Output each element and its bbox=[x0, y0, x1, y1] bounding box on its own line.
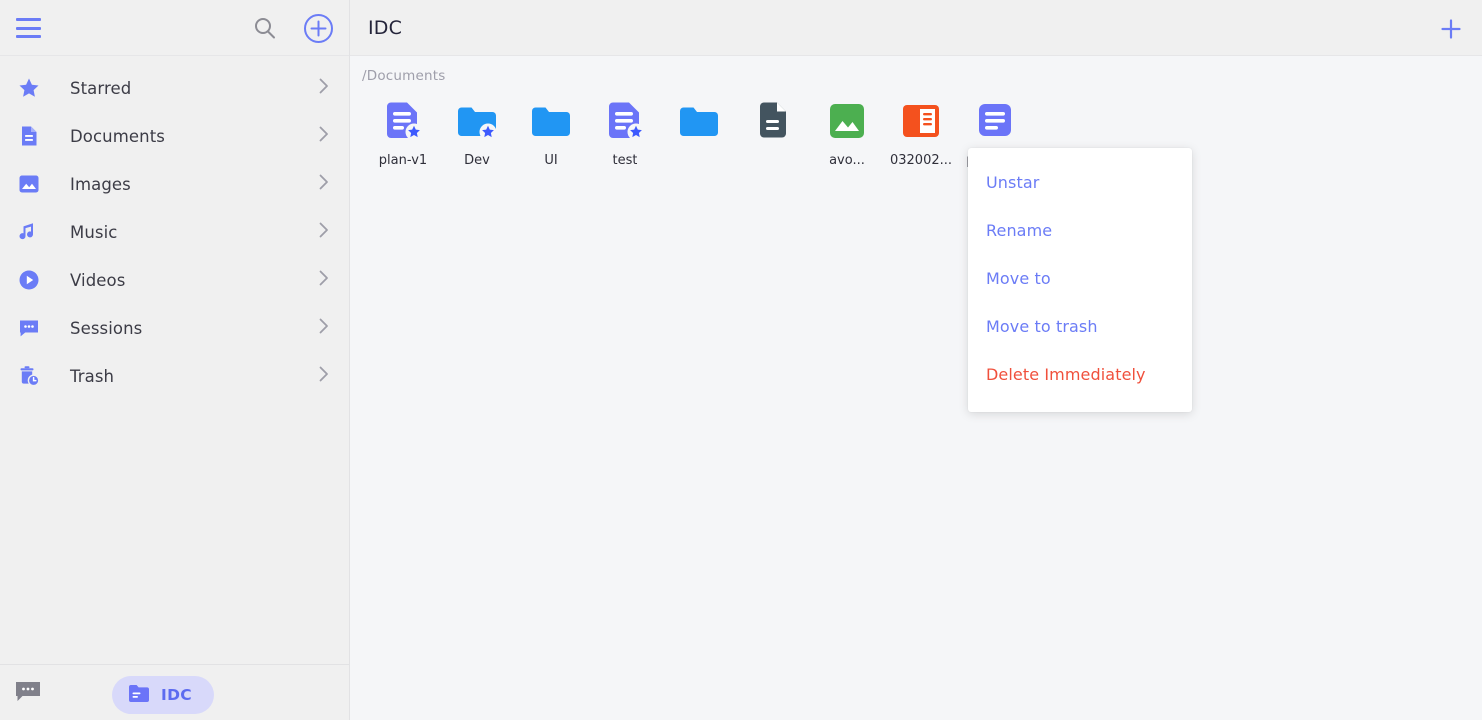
chat-bubble-icon bbox=[16, 315, 42, 341]
chat-bubble-icon[interactable] bbox=[15, 681, 41, 705]
doc-starred-icon bbox=[601, 100, 649, 144]
chevron-right-icon bbox=[319, 174, 329, 194]
sidebar-footer: IDC bbox=[0, 664, 349, 720]
sidebar-item-label: Trash bbox=[70, 366, 115, 386]
chevron-right-icon bbox=[319, 222, 329, 242]
file-item[interactable] bbox=[662, 100, 736, 168]
file-manager-window: Starred Documents Images Music Videos Se… bbox=[0, 0, 1482, 720]
file-item[interactable]: avo... bbox=[810, 100, 884, 168]
doc-plain-icon bbox=[971, 100, 1019, 144]
workspace-label: IDC bbox=[161, 686, 192, 704]
sidebar-item-music[interactable]: Music bbox=[0, 208, 349, 256]
folder-icon bbox=[128, 684, 150, 707]
sidebar-item-images[interactable]: Images bbox=[0, 160, 349, 208]
chevron-right-icon bbox=[319, 366, 329, 386]
main-panel: IDC /Documents plan-v1 Dev UI test avo..… bbox=[350, 0, 1482, 720]
page-title: IDC bbox=[368, 16, 403, 39]
doc-starred-icon bbox=[379, 100, 427, 144]
main-header: IDC bbox=[350, 0, 1482, 56]
circle-plus-icon[interactable] bbox=[303, 13, 334, 44]
folder-starred-icon bbox=[453, 100, 501, 144]
workspace-selector[interactable]: IDC bbox=[112, 676, 214, 714]
document-icon bbox=[16, 123, 42, 149]
chevron-right-icon bbox=[319, 78, 329, 98]
context-menu-item-move-to[interactable]: Move to bbox=[968, 254, 1192, 302]
folder-icon bbox=[527, 100, 575, 144]
file-item[interactable]: plan-v1 bbox=[366, 100, 440, 168]
context-menu-item-delete-immediately[interactable]: Delete Immediately bbox=[968, 350, 1192, 398]
file-item[interactable]: UI bbox=[514, 100, 588, 168]
sidebar-item-sessions[interactable]: Sessions bbox=[0, 304, 349, 352]
folder-icon bbox=[675, 100, 723, 144]
file-label: 032002... bbox=[889, 153, 953, 168]
file-label: UI bbox=[544, 153, 558, 168]
sidebar: Starred Documents Images Music Videos Se… bbox=[0, 0, 350, 720]
context-menu-item-move-to-trash[interactable]: Move to trash bbox=[968, 302, 1192, 350]
file-label: plan-v1 bbox=[378, 153, 428, 168]
sidebar-item-label: Sessions bbox=[70, 318, 143, 338]
sidebar-item-videos[interactable]: Videos bbox=[0, 256, 349, 304]
image-icon bbox=[16, 171, 42, 197]
sidebar-nav: Starred Documents Images Music Videos Se… bbox=[0, 56, 349, 400]
sidebar-header bbox=[0, 0, 349, 56]
context-menu-item-unstar[interactable]: Unstar bbox=[968, 158, 1192, 206]
plus-icon[interactable] bbox=[1440, 18, 1462, 40]
pdf-file-icon bbox=[897, 100, 945, 144]
sidebar-item-starred[interactable]: Starred bbox=[0, 64, 349, 112]
sidebar-item-trash[interactable]: Trash bbox=[0, 352, 349, 400]
search-icon[interactable] bbox=[250, 14, 280, 44]
star-icon bbox=[16, 75, 42, 101]
play-circle-icon bbox=[16, 267, 42, 293]
file-item[interactable]: test bbox=[588, 100, 662, 168]
sidebar-item-label: Images bbox=[70, 174, 131, 194]
file-item[interactable]: 032002... bbox=[884, 100, 958, 168]
trash-clock-icon bbox=[16, 363, 42, 389]
chevron-right-icon bbox=[319, 126, 329, 146]
context-menu: Unstar Rename Move to Move to trash Dele… bbox=[968, 148, 1192, 412]
file-label: avo... bbox=[829, 153, 865, 168]
image-file-icon bbox=[823, 100, 871, 144]
sidebar-item-label: Videos bbox=[70, 270, 126, 290]
file-label: Dev bbox=[464, 153, 490, 168]
file-label: test bbox=[612, 153, 638, 168]
file-item[interactable]: Dev bbox=[440, 100, 514, 168]
sidebar-item-documents[interactable]: Documents bbox=[0, 112, 349, 160]
sidebar-item-label: Music bbox=[70, 222, 118, 242]
file-item[interactable] bbox=[736, 100, 810, 168]
chevron-right-icon bbox=[319, 318, 329, 338]
chevron-right-icon bbox=[319, 270, 329, 290]
context-menu-item-rename[interactable]: Rename bbox=[968, 206, 1192, 254]
file-grid: plan-v1 Dev UI test avo... 032002... bbox=[350, 84, 1482, 168]
doc-dark-icon bbox=[749, 100, 797, 144]
sidebar-item-label: Starred bbox=[70, 78, 132, 98]
hamburger-icon[interactable] bbox=[16, 18, 41, 38]
breadcrumb[interactable]: /Documents bbox=[350, 56, 1482, 84]
music-note-icon bbox=[16, 219, 42, 245]
sidebar-item-label: Documents bbox=[70, 126, 165, 146]
